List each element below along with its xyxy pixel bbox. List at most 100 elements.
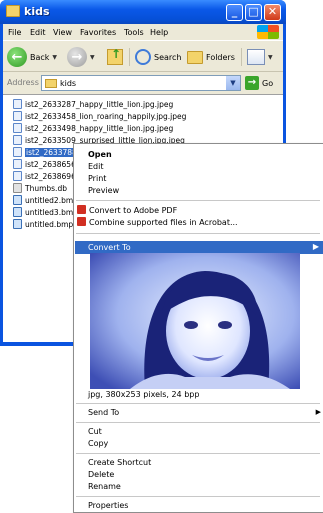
search-label: Search bbox=[154, 52, 182, 62]
jpeg-file-icon bbox=[13, 123, 22, 133]
file-name: ist2_2638656_ bbox=[25, 159, 80, 169]
folders-icon bbox=[187, 50, 203, 64]
menu-bar: File Edit View Favorites Tools Help bbox=[3, 24, 283, 41]
menu-favorites[interactable]: Favorites bbox=[80, 28, 116, 37]
menu-file[interactable]: File bbox=[8, 28, 21, 37]
list-item[interactable]: Thumbs.db bbox=[13, 182, 67, 194]
windows-logo-icon bbox=[257, 25, 279, 39]
search-button[interactable]: Search bbox=[135, 46, 181, 68]
file-name: untitled3.bmp bbox=[25, 207, 78, 217]
list-item[interactable]: ist2_2633498_happy_little_lion.jpg.jpeg bbox=[13, 122, 173, 134]
go-button[interactable]: → Go bbox=[245, 76, 273, 90]
image-info-caption: jpg, 380x253 pixels, 24 bpp bbox=[88, 390, 200, 399]
address-bar: Address kids ▼ → Go bbox=[3, 73, 283, 93]
jpeg-file-icon bbox=[13, 147, 22, 157]
folders-label: Folders bbox=[206, 52, 235, 62]
list-item[interactable]: ist2_2638656_ bbox=[13, 158, 80, 170]
menu-help[interactable]: Help bbox=[150, 28, 168, 37]
folders-button[interactable]: Folders bbox=[187, 46, 235, 68]
image-preview-thumbnail bbox=[90, 253, 300, 389]
go-label: Go bbox=[262, 78, 274, 88]
menu-convert-pdf-label: Convert to Adobe PDF bbox=[89, 206, 178, 215]
chevron-down-icon[interactable]: ▼ bbox=[226, 76, 240, 90]
menu-separator bbox=[76, 422, 320, 423]
window-title: kids bbox=[24, 5, 50, 18]
address-value: kids bbox=[60, 79, 77, 88]
bitmap-file-icon bbox=[13, 207, 22, 217]
menu-separator bbox=[76, 233, 320, 234]
menu-view[interactable]: View bbox=[53, 28, 72, 37]
bitmap-file-icon bbox=[13, 195, 22, 205]
menu-print[interactable]: Print bbox=[88, 174, 106, 183]
up-folder-button[interactable] bbox=[107, 46, 123, 68]
jpeg-file-icon bbox=[13, 111, 22, 121]
menu-open[interactable]: Open bbox=[88, 150, 112, 159]
menu-rename[interactable]: Rename bbox=[88, 482, 121, 491]
acrobat-pdf-icon bbox=[77, 205, 86, 214]
address-field[interactable]: kids ▼ bbox=[41, 75, 241, 91]
list-item[interactable]: untitled.bmp bbox=[13, 218, 73, 230]
folder-up-icon bbox=[107, 47, 123, 65]
file-name: untitled2.bmp bbox=[25, 195, 78, 205]
menu-properties[interactable]: Properties bbox=[88, 501, 128, 510]
context-menu: Open Edit Print Preview Convert to Adobe… bbox=[73, 143, 323, 513]
file-name: ist2_2633458_lion_roaring_happily.jpg.jp… bbox=[25, 111, 187, 121]
back-arrow-icon: ← bbox=[7, 47, 27, 67]
go-arrow-icon: → bbox=[245, 76, 259, 90]
chevron-down-icon: ▼ bbox=[268, 53, 273, 61]
title-bar[interactable]: kids _ □ ✕ bbox=[0, 0, 286, 24]
list-item[interactable]: ist2_2638696_ bbox=[13, 170, 80, 182]
jpeg-file-icon bbox=[13, 135, 22, 145]
search-icon bbox=[135, 49, 151, 65]
menu-preview[interactable]: Preview bbox=[88, 186, 119, 195]
views-button[interactable]: ▼ bbox=[247, 46, 273, 68]
menu-combine-label: Combine supported files in Acrobat... bbox=[89, 218, 238, 227]
jpeg-file-icon bbox=[13, 159, 22, 169]
back-label: Back bbox=[30, 52, 50, 62]
toolbar-separator bbox=[129, 48, 130, 66]
file-name: ist2_2638696_ bbox=[25, 171, 80, 181]
submenu-arrow-icon: ▶ bbox=[315, 408, 321, 416]
list-item[interactable]: ist2_2633458_lion_roaring_happily.jpg.jp… bbox=[13, 110, 186, 122]
file-name: untitled.bmp bbox=[25, 219, 74, 229]
back-button[interactable]: ← Back ▼ bbox=[7, 46, 57, 68]
menu-cut[interactable]: Cut bbox=[88, 427, 102, 436]
list-item-selected[interactable]: ist2_2633788 bbox=[13, 146, 78, 158]
menu-delete[interactable]: Delete bbox=[88, 470, 114, 479]
toolbar: ← Back ▼ → ▼ Search Folders bbox=[3, 42, 283, 72]
jpeg-file-icon bbox=[13, 99, 22, 109]
address-label: Address bbox=[7, 78, 39, 87]
folder-icon bbox=[45, 79, 57, 88]
minimize-button[interactable]: _ bbox=[226, 4, 243, 21]
file-name: ist2_2633788 bbox=[25, 147, 78, 157]
chevron-down-icon: ▼ bbox=[52, 53, 58, 61]
menu-convert-pdf[interactable]: Convert to Adobe PDF bbox=[77, 205, 177, 215]
menu-tools[interactable]: Tools bbox=[124, 28, 144, 37]
menu-combine-acrobat[interactable]: Combine supported files in Acrobat... bbox=[77, 217, 238, 227]
database-file-icon bbox=[13, 183, 22, 193]
menu-send-to[interactable]: Send To bbox=[88, 408, 119, 417]
file-name: Thumbs.db bbox=[25, 183, 67, 193]
close-button[interactable]: ✕ bbox=[264, 4, 281, 21]
folder-icon bbox=[6, 5, 20, 17]
list-item[interactable]: untitled3.bmp bbox=[13, 206, 78, 218]
list-item[interactable]: untitled2.bmp bbox=[13, 194, 78, 206]
menu-create-shortcut[interactable]: Create Shortcut bbox=[88, 458, 151, 467]
menu-copy[interactable]: Copy bbox=[88, 439, 108, 448]
jpeg-file-icon bbox=[13, 171, 22, 181]
chevron-down-icon: ▼ bbox=[90, 53, 95, 61]
menu-separator bbox=[76, 496, 320, 497]
menu-edit-file[interactable]: Edit bbox=[88, 162, 104, 171]
list-item[interactable]: ist2_2633287_happy_little_lion.jpg.jpeg bbox=[13, 98, 173, 110]
file-name: ist2_2633287_happy_little_lion.jpg.jpeg bbox=[25, 99, 174, 109]
menu-convert-to-label: Convert To bbox=[88, 243, 131, 252]
acrobat-combine-icon bbox=[77, 217, 86, 226]
forward-arrow-icon: → bbox=[67, 47, 87, 67]
maximize-button[interactable]: □ bbox=[245, 4, 262, 21]
file-name: ist2_2633498_happy_little_lion.jpg.jpeg bbox=[25, 123, 174, 133]
submenu-arrow-icon: ▶ bbox=[312, 242, 319, 251]
forward-button[interactable]: → ▼ bbox=[67, 46, 95, 68]
menu-edit[interactable]: Edit bbox=[30, 28, 46, 37]
bitmap-file-icon bbox=[13, 219, 22, 229]
views-icon bbox=[247, 49, 265, 65]
